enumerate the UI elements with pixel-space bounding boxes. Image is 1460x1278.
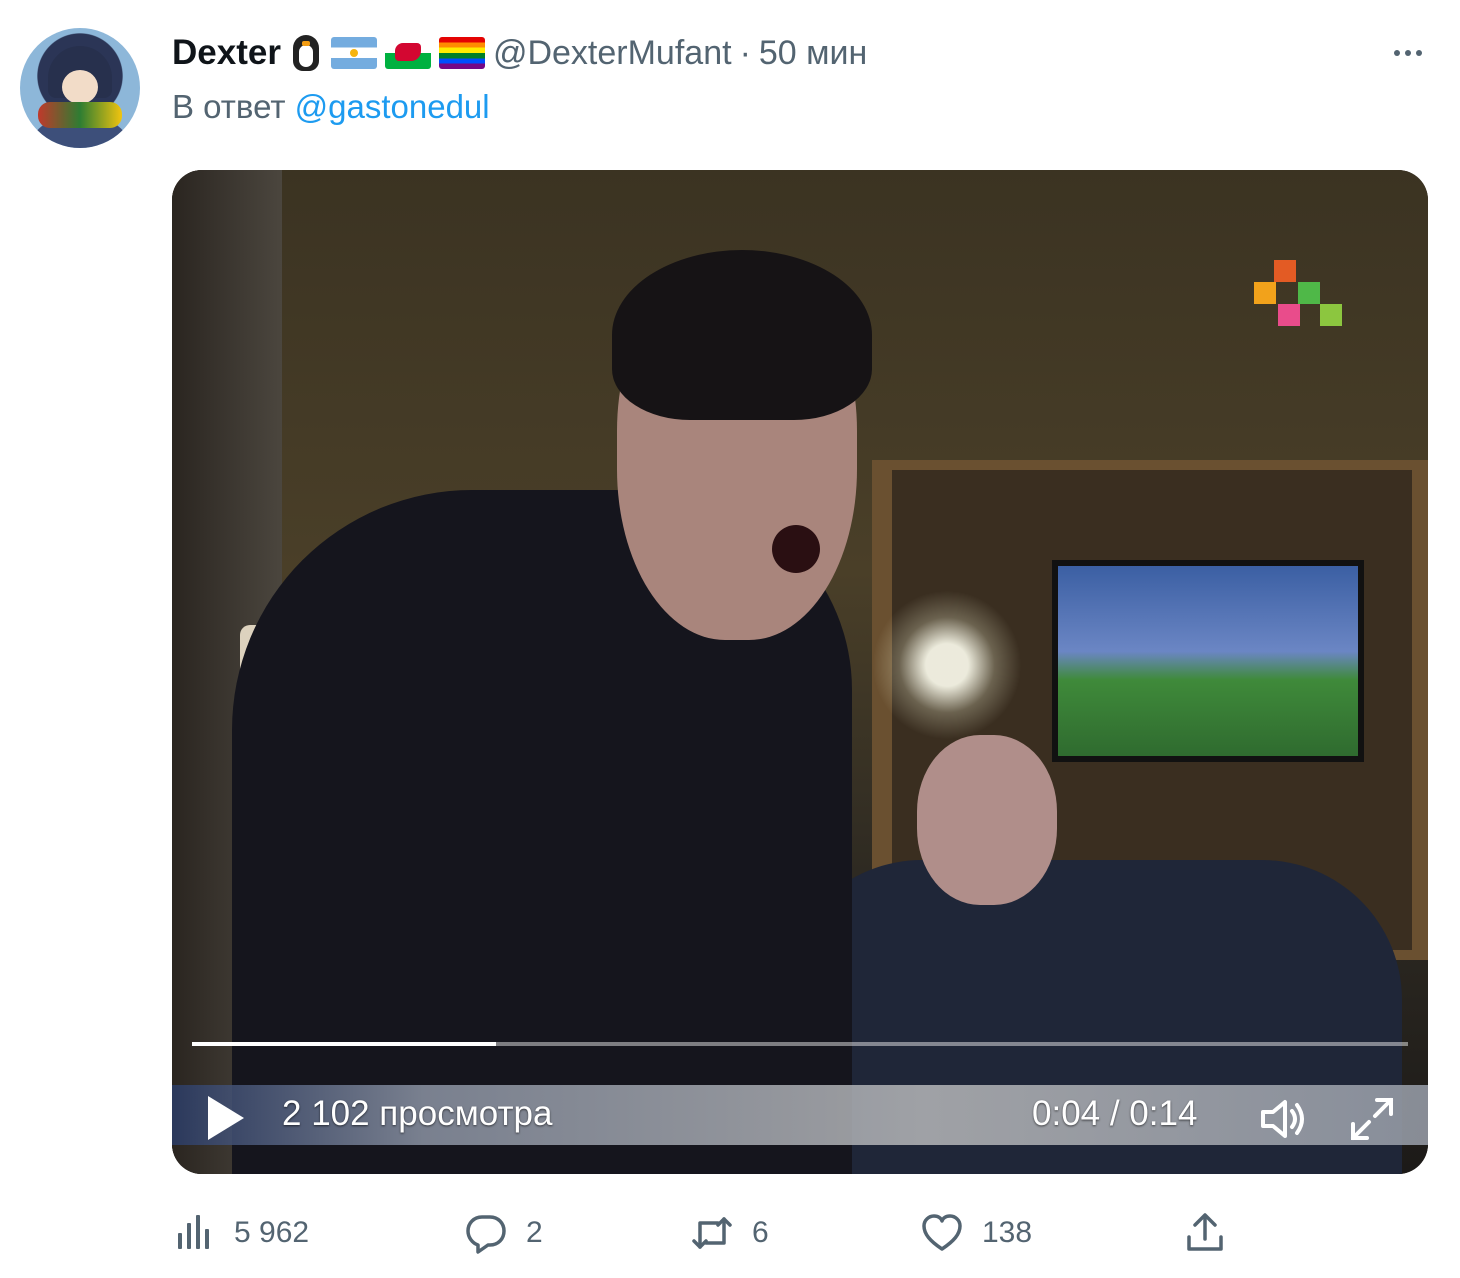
user-handle[interactable]: @DexterMufant	[493, 34, 732, 73]
separator-dot: ·	[739, 33, 751, 72]
avatar-face	[62, 70, 98, 104]
tv-screen-in-video	[1052, 560, 1364, 762]
tweet-time[interactable]: 50 мин	[759, 34, 867, 73]
reply-to-link[interactable]: @gastonedul	[295, 88, 490, 125]
more-options-icon[interactable]	[1386, 36, 1430, 70]
fullscreen-icon[interactable]	[1347, 1094, 1397, 1144]
reply-context: В ответ @gastonedul	[172, 88, 490, 126]
video-player[interactable]: 2 102 просмотра 0:04 / 0:14	[172, 170, 1428, 1174]
play-icon[interactable]	[202, 1092, 248, 1144]
penguin-icon	[289, 33, 323, 73]
reply-prefix: В ответ	[172, 88, 286, 125]
analytics-icon	[178, 1215, 209, 1249]
heart-icon	[922, 1214, 962, 1251]
display-name[interactable]: Dexter	[172, 33, 281, 73]
video-progress-bar[interactable]	[192, 1042, 1408, 1046]
channel-logo-icon	[1254, 260, 1364, 390]
video-frame	[172, 170, 1428, 1174]
reply-count: 2	[526, 1216, 543, 1249]
like-count: 138	[982, 1216, 1033, 1249]
flag-argentina-icon	[330, 37, 377, 69]
retweet-action[interactable]: 6	[690, 1200, 769, 1266]
video-views: 2 102 просмотра	[282, 1094, 553, 1133]
video-progress-fill	[192, 1042, 496, 1046]
avatar[interactable]	[20, 28, 140, 148]
tweet-header: Dexter @DexterMufant · 50 мин	[172, 30, 867, 76]
share-action[interactable]	[1183, 1200, 1227, 1266]
flag-wales-icon	[384, 37, 431, 69]
volume-icon[interactable]	[1257, 1094, 1309, 1144]
share-icon	[1187, 1213, 1223, 1251]
reply-icon	[466, 1215, 506, 1254]
avatar-scarf	[38, 102, 122, 128]
flag-rainbow-icon	[438, 37, 485, 69]
video-time: 0:04 / 0:14	[1032, 1094, 1198, 1133]
views-action[interactable]: 5 962	[172, 1200, 309, 1266]
tweet-actions: 5 962 2 6 138	[0, 1200, 1460, 1270]
retweet-icon	[692, 1217, 732, 1249]
retweet-count: 6	[752, 1216, 769, 1249]
views-count: 5 962	[234, 1216, 310, 1249]
reply-action[interactable]: 2	[464, 1200, 543, 1266]
like-action[interactable]: 138	[920, 1200, 1032, 1266]
